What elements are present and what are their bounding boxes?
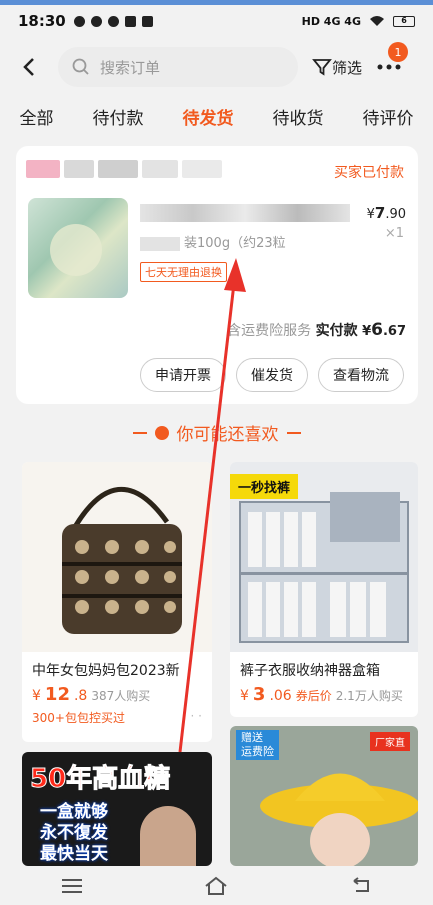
product-name[interactable]: 中年女包妈妈包2023新 <box>22 652 212 680</box>
more-button[interactable]: 1 <box>376 42 409 80</box>
filter-button[interactable]: 筛选 <box>312 57 362 78</box>
price-dec: .8 <box>73 688 88 704</box>
recommend-header: 你可能还喜欢 <box>0 420 433 445</box>
menu-icon[interactable] <box>61 878 83 894</box>
heart-icon <box>154 425 169 440</box>
shop-name-blurred <box>26 160 222 178</box>
product-card[interactable]: 50年高血糖 一盒就够 永不復发 最快当天 <box>22 752 212 866</box>
tab-pending-receipt[interactable]: 待收货 <box>273 104 324 129</box>
ad-lines: 一盒就够 永不復发 最快当天 <box>40 802 108 865</box>
product-image-hat[interactable]: 赠送 运费险 厂家直 <box>230 726 418 866</box>
recommend-title: 你可能还喜欢 <box>176 425 279 445</box>
price-int: 12 <box>44 684 70 705</box>
header-bar: 搜索订单 筛选 1 <box>0 42 433 92</box>
gift-label: 赠送 <box>241 731 263 744</box>
filter-icon <box>312 59 332 76</box>
return-policy-tag: 七天无理由退换 <box>140 262 227 282</box>
sold-count: 2.1万人购买 <box>335 689 403 703</box>
ad-line: 一盒就够 <box>40 802 108 822</box>
tab-pending-payment[interactable]: 待付款 <box>93 104 144 129</box>
tab-pending-shipment[interactable]: 待发货 <box>183 104 234 129</box>
price-int: 7 <box>374 204 386 222</box>
app-notification-icon <box>141 15 153 27</box>
currency: ¥ <box>32 688 41 704</box>
ad-line: 永不復发 <box>40 823 108 843</box>
product-name[interactable]: 裤子衣服收纳神器盒箱 <box>230 652 418 680</box>
urge-shipment-button[interactable]: 催发货 <box>236 358 308 392</box>
network-indicator: HD 4G 4G <box>301 14 361 28</box>
price-int: 3 <box>252 684 266 705</box>
gift-label: 运费险 <box>241 745 274 758</box>
system-nav-bar <box>0 866 433 905</box>
insurance-service: 含运费险服务 <box>227 323 312 339</box>
factory-direct-tag: 厂家直 <box>370 732 410 751</box>
divider <box>286 431 301 434</box>
product-image-handbag[interactable] <box>22 462 212 652</box>
tab-pending-review[interactable]: 待评价 <box>363 104 414 129</box>
coupon-note: 券后价 <box>295 689 332 703</box>
status-right: HD 4G 4G 6 <box>302 15 415 28</box>
search-icon <box>72 58 89 75</box>
paid-int: 6 <box>371 320 383 340</box>
product-thumbnail[interactable] <box>28 198 128 298</box>
wifi-icon <box>370 16 384 26</box>
handbag-illustration <box>62 486 182 634</box>
price-dec: .90 <box>385 207 406 222</box>
product-card[interactable]: 一秒找裤 裤子衣服收纳神器盒箱 ¥3.06 券后价 2.1万人购买 <box>230 462 418 717</box>
person-portrait <box>140 806 196 866</box>
search-placeholder: 搜索订单 <box>100 58 161 77</box>
buyers-note: 300+包包控买过 <box>32 711 125 725</box>
app-notification-icon <box>107 15 119 27</box>
product-subtext: 300+包包控买过 · · <box>22 705 212 730</box>
product-card[interactable]: 赠送 运费险 厂家直 <box>230 726 418 866</box>
battery-icon: 6 <box>393 15 415 27</box>
status-bar: 18:30 HD 4G 4G 6 <box>0 5 433 37</box>
order-status: 买家已付款 <box>334 165 404 181</box>
notification-icons <box>73 15 153 27</box>
currency: ¥ <box>240 688 249 704</box>
item-quantity: ×1 <box>384 226 404 241</box>
product-card[interactable]: 中年女包妈妈包2023新 ¥12.8 387人购买 300+包包控买过 · · <box>22 462 212 742</box>
paid-label: 实付款 <box>315 323 358 339</box>
app-notification-icon <box>90 15 102 27</box>
product-image-health[interactable]: 50年高血糖 一盒就够 永不復发 最快当天 <box>22 752 212 866</box>
paid-symbol: ¥ <box>362 324 372 339</box>
message-badge: 1 <box>388 42 409 62</box>
tab-all[interactable]: 全部 <box>20 104 54 129</box>
banner-tag: 一秒找裤 <box>230 474 299 499</box>
filter-label: 筛选 <box>332 58 363 77</box>
bell-icon <box>124 15 136 27</box>
back-button[interactable] <box>14 52 44 82</box>
free-gift-tag: 赠送 运费险 <box>236 730 279 760</box>
more-dots-icon <box>377 64 401 70</box>
price-dec: .06 <box>269 688 292 704</box>
item-spec: 装100g（约23粒 <box>140 232 286 251</box>
product-title-blurred[interactable] <box>140 204 350 222</box>
paid-dec: .67 <box>382 324 406 339</box>
item-spec-text: 装100g（约23粒 <box>184 236 286 251</box>
payment-summary: 含运费险服务 实付款 ¥6.67 <box>227 320 406 340</box>
divider <box>132 431 147 434</box>
product-price: ¥12.8 387人购买 <box>22 680 212 705</box>
order-tabs: 全部 待付款 待发货 待收货 待评价 <box>0 98 433 134</box>
price-symbol: ¥ <box>366 207 375 222</box>
order-actions: 申请开票 催发货 查看物流 <box>140 358 404 392</box>
order-card[interactable]: 买家已付款 ¥7.90 ×1 装100g（约23粒 七天无理由退换 含运费险服务… <box>16 146 418 404</box>
home-icon[interactable] <box>204 876 228 896</box>
ad-line: 最快当天 <box>40 844 108 864</box>
ad-headline: 50年高血糖 <box>29 764 171 795</box>
app-notification-icon <box>73 15 85 27</box>
sold-count: 387人购买 <box>91 689 151 703</box>
product-price: ¥3.06 券后价 2.1万人购买 <box>230 680 418 705</box>
search-input[interactable]: 搜索订单 <box>58 47 298 87</box>
status-time: 18:30 <box>18 12 66 30</box>
back-nav-icon[interactable] <box>350 876 372 895</box>
item-price: ¥7.90 <box>367 204 406 222</box>
view-logistics-button[interactable]: 查看物流 <box>318 358 404 392</box>
more-dots-icon[interactable]: · · <box>191 709 202 726</box>
request-invoice-button[interactable]: 申请开票 <box>140 358 226 392</box>
paid-amount: ¥6.67 <box>362 320 406 340</box>
product-image-organizer[interactable]: 一秒找裤 <box>230 462 418 652</box>
chevron-left-icon <box>23 58 34 76</box>
